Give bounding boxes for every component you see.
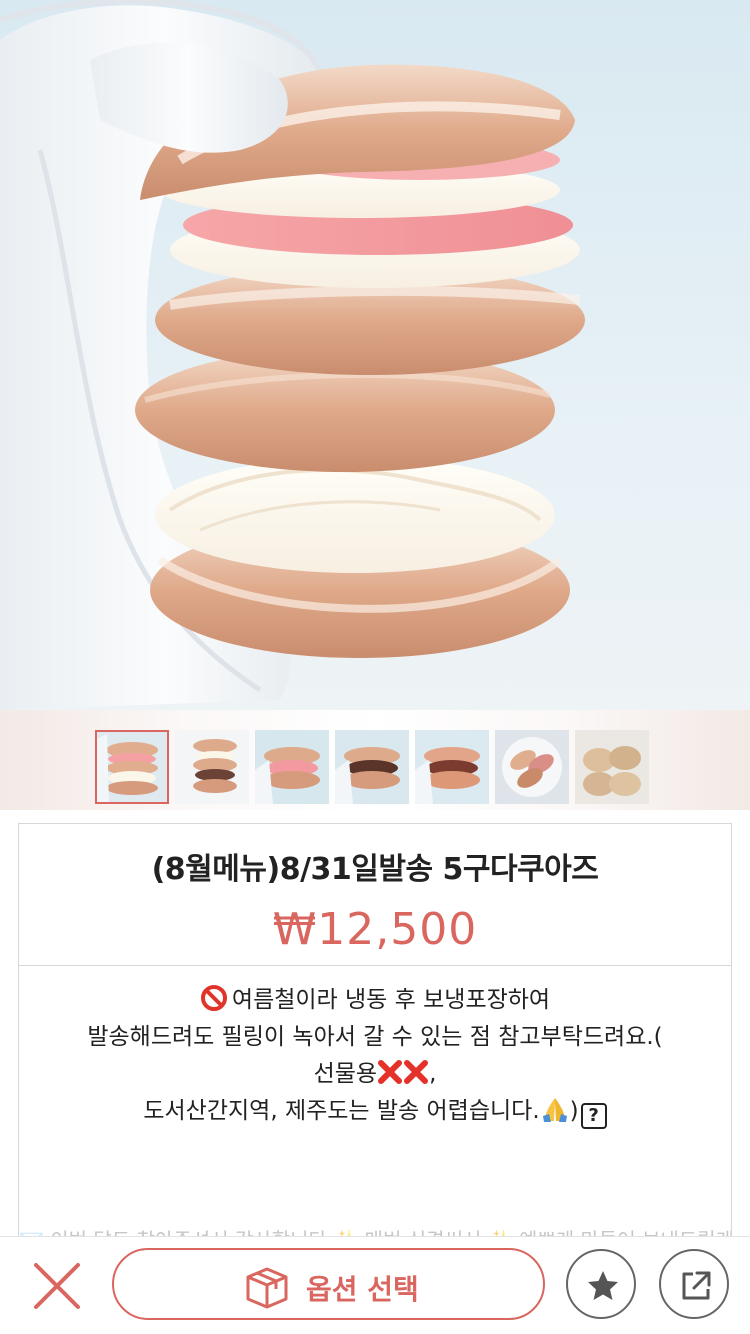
cross-mark-icon	[404, 1060, 429, 1084]
product-title: (8월메뉴)8/31일발송 5구다쿠아즈	[151, 852, 599, 887]
description-line-2: 발송해드려도 필링이 녹아서 갈 수 있는 점 참고부탁드려요.(	[87, 1024, 663, 1050]
thumbnail-6[interactable]	[495, 730, 569, 804]
divider	[19, 965, 731, 966]
thumbnail-5[interactable]	[415, 730, 489, 804]
description-line-1: 여름철이라 냉동 후 보냉포장하여	[19, 982, 731, 1019]
box-icon	[246, 1267, 288, 1309]
product-info: (8월메뉴)8/31일발송 5구다쿠아즈 ₩12,500 여름철이라 냉동 후 …	[18, 823, 732, 1244]
prohibited-icon	[200, 985, 227, 1011]
product-price: ₩12,500	[272, 904, 478, 955]
favorite-button[interactable]	[566, 1249, 636, 1319]
description-line-3: 선물용,	[313, 1060, 437, 1087]
star-icon	[588, 1271, 618, 1300]
thumbnail-2[interactable]	[175, 730, 249, 804]
select-option-button[interactable]: 옵션 선택	[112, 1248, 545, 1320]
bottom-action-bar: 옵션 선택	[0, 1236, 750, 1334]
question-mark-icon: ?	[580, 1103, 607, 1129]
folded-hands-icon	[542, 1098, 567, 1122]
thumbnail-1[interactable]	[95, 730, 169, 804]
close-button[interactable]	[28, 1257, 86, 1315]
thumbnail-3[interactable]	[255, 730, 329, 804]
thumbnail-strip	[0, 710, 750, 810]
thumbnail-7[interactable]	[575, 730, 649, 804]
description-line-4: 도서산간지역, 제주도는 발송 어렵습니다.)?	[19, 1093, 731, 1130]
thumbnail-4[interactable]	[335, 730, 409, 804]
close-icon	[34, 1263, 80, 1309]
select-option-label: 옵션 선택	[306, 1273, 419, 1306]
product-description: 여름철이라 냉동 후 보냉포장하여 발송해드려도 필링이 녹아서 갈 수 있는 …	[19, 982, 731, 1130]
share-icon	[682, 1271, 711, 1300]
share-button[interactable]	[659, 1249, 729, 1319]
product-main-image[interactable]	[0, 0, 750, 710]
cross-mark-icon	[378, 1060, 403, 1084]
